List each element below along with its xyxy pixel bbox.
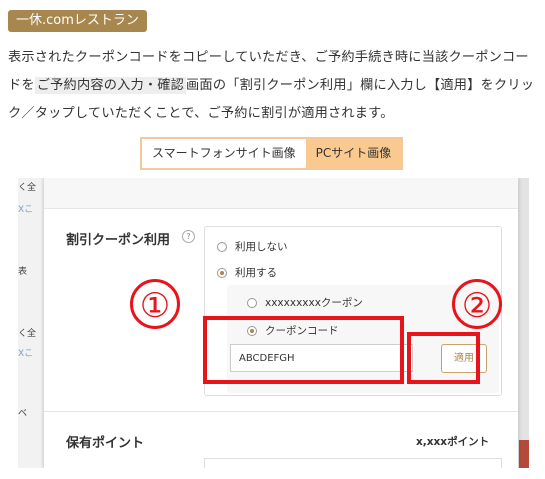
radio-circle-icon — [217, 267, 227, 278]
radio-label: xxxxxxxxxクーポン — [265, 297, 363, 309]
points-label: 保有ポイント — [66, 436, 145, 451]
pc-screenshot: く全 Xこ 表 く全 Xこ ベ 割引クーポン利用 ? 利用しない 利用する xx… — [18, 178, 529, 468]
background-right-strip — [519, 178, 529, 468]
highlight-box-code — [203, 316, 404, 384]
radio-label: 利用しない — [235, 241, 288, 253]
radio-label: 利用する — [235, 267, 277, 279]
bg-fragment: く全 — [18, 183, 37, 193]
bg-fragment: ベ — [18, 409, 28, 419]
tab-pc[interactable]: PCサイト画像 — [305, 139, 402, 168]
bg-fragment: Xこ — [18, 205, 34, 215]
radio-circle-icon — [247, 297, 257, 308]
tab-smartphone[interactable]: スマートフォンサイト画像 — [142, 139, 306, 168]
step-marker-1: ① — [130, 279, 180, 329]
modal-top-band — [44, 178, 518, 209]
points-value: x,xxxポイント — [416, 436, 490, 448]
bg-fragment: く全 — [18, 329, 37, 339]
bg-red-block — [519, 440, 529, 468]
step-marker-2: ② — [452, 279, 502, 329]
radio-circle-icon — [217, 241, 227, 252]
background-page-strip: く全 Xこ 表 く全 Xこ ベ — [18, 178, 44, 468]
instruction-text: 表示されたクーポンコードをコピーしていただき、ご予約手続き時に当該クーポンコード… — [8, 44, 538, 128]
restaurant-tag: 一休.comレストラン — [8, 10, 147, 32]
bg-fragment: Xこ — [18, 349, 34, 359]
coupon-label: 割引クーポン利用 — [66, 233, 171, 248]
instruction-highlight: ご予約内容の入力・確認 — [34, 77, 187, 94]
radio-named-coupon[interactable]: xxxxxxxxxクーポン — [247, 295, 363, 310]
section-divider — [44, 411, 518, 412]
question-circle-icon[interactable]: ? — [182, 230, 195, 243]
points-box — [204, 458, 502, 468]
highlight-box-apply — [407, 332, 480, 384]
radio-use-coupon[interactable]: 利用する — [217, 265, 277, 280]
view-switch: スマートフォンサイト画像 PCサイト画像 — [140, 137, 404, 170]
bg-fragment: 表 — [18, 267, 28, 277]
radio-no-coupon[interactable]: 利用しない — [217, 239, 288, 254]
